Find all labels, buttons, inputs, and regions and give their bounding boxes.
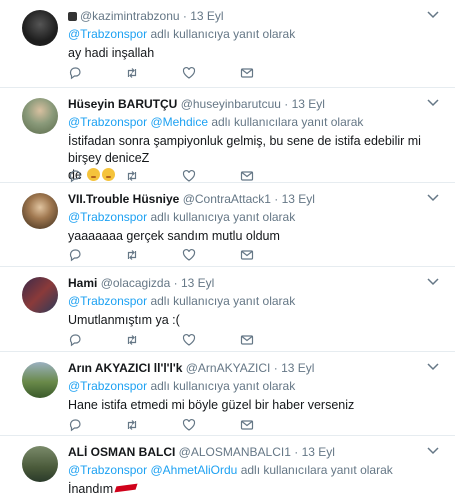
user-name[interactable]: VII.Trouble Hüsniye: [68, 192, 179, 206]
user-name[interactable]: Hüseyin BARUTÇU: [68, 97, 177, 111]
tweet-time[interactable]: 13 Eyl: [282, 192, 315, 206]
user-name[interactable]: Arın AKYAZICI: [68, 361, 150, 375]
mention-link[interactable]: @Trabzonspor: [68, 294, 147, 308]
user-handle[interactable]: @kazimintrabzonu: [80, 9, 180, 23]
retweet-icon[interactable]: [125, 66, 139, 80]
mention-link[interactable]: @Trabzonspor: [68, 210, 147, 224]
flag-icon: [114, 483, 138, 493]
like-icon[interactable]: [182, 248, 196, 262]
tweet-time[interactable]: 13 Eyl: [181, 276, 214, 290]
tweet-time[interactable]: 13 Eyl: [292, 97, 325, 111]
tweet-header: Hüseyin BARUTÇU @huseyinbarutcuu · 13 Ey…: [68, 97, 325, 111]
tweet-header: Arın AKYAZICI ll'l'l'k @ArnAKYAZICI · 13…: [68, 361, 315, 375]
reply-suffix: adlı kullanıcıya yanıt olarak: [150, 379, 296, 393]
user-handle[interactable]: @olacagizda: [101, 276, 171, 290]
retweet-icon[interactable]: [125, 169, 139, 183]
chevron-down-icon[interactable]: [427, 193, 439, 203]
avatar[interactable]: [22, 362, 58, 398]
avatar[interactable]: [22, 10, 58, 46]
tweet-actions: [68, 333, 268, 347]
tweet-text: yaaaaaaa gerçek sandım mutlu oldum: [68, 229, 280, 243]
reply-suffix: adlı kullanıcıya yanıt olarak: [150, 27, 296, 41]
message-icon[interactable]: [240, 418, 254, 432]
reply-context: @Trabzonspor adlı kullanıcıya yanıt olar…: [68, 27, 295, 42]
chevron-down-icon[interactable]: [427, 446, 439, 456]
tweet-text-line: İstifadan sonra şampiyonluk gelmiş, bu s…: [68, 134, 421, 165]
chevron-down-icon[interactable]: [427, 10, 439, 20]
like-icon[interactable]: [182, 418, 196, 432]
tweet-header: VII.Trouble Hüsniye @ContraAttack1 · 13 …: [68, 192, 315, 206]
tweet-time[interactable]: 13 Eyl: [281, 361, 314, 375]
retweet-icon[interactable]: [125, 418, 139, 432]
avatar[interactable]: [22, 446, 58, 482]
tweet-header: ALİ OSMAN BALCI @ALOSMANBALCI1 · 13 Eyl: [68, 445, 335, 459]
tweet-header: @kazimintrabzonu · 13 Eyl: [68, 9, 224, 24]
message-icon[interactable]: [240, 248, 254, 262]
tweet-item[interactable]: Arın AKYAZICI ll'l'l'k @ArnAKYAZICI · 13…: [0, 352, 455, 436]
tweet-item[interactable]: @kazimintrabzonu · 13 Eyl @Trabzonspor a…: [0, 0, 455, 88]
user-handle[interactable]: @ContraAttack1: [183, 192, 271, 206]
reply-context: @Trabzonspor @Mehdice adlı kullanıcılara…: [68, 115, 363, 130]
user-handle[interactable]: @huseyinbarutcuu: [181, 97, 281, 111]
tweet-feed: @kazimintrabzonu · 13 Eyl @Trabzonspor a…: [0, 0, 455, 500]
tweet-actions: [68, 66, 268, 80]
reply-icon[interactable]: [68, 248, 82, 262]
tweet-item[interactable]: VII.Trouble Hüsniye @ContraAttack1 · 13 …: [0, 183, 455, 267]
tweet-item[interactable]: Hami @olacagizda · 13 Eyl @Trabzonspor a…: [0, 267, 455, 352]
chevron-down-icon[interactable]: [427, 277, 439, 287]
avatar[interactable]: [22, 193, 58, 229]
reply-icon[interactable]: [68, 169, 82, 183]
user-name[interactable]: Hami: [68, 276, 97, 290]
tweet-time[interactable]: 13 Eyl: [190, 9, 223, 23]
tweet-text: ay hadi inşallah: [68, 46, 155, 60]
reply-suffix: adlı kullanıcıya yanıt olarak: [150, 210, 296, 224]
mention-link[interactable]: @Trabzonspor: [68, 379, 147, 393]
user-handle[interactable]: @ALOSMANBALCI1: [179, 445, 291, 459]
mention-link[interactable]: @Trabzonspor: [68, 27, 147, 41]
reply-icon[interactable]: [68, 418, 82, 432]
user-handle[interactable]: @ArnAKYAZICI: [186, 361, 271, 375]
avatar[interactable]: [22, 98, 58, 134]
retweet-icon[interactable]: [125, 248, 139, 262]
tweet-text: Umutlanmıştım ya :(: [68, 313, 180, 327]
mention-link[interactable]: @Mehdice: [150, 115, 208, 129]
like-icon[interactable]: [182, 333, 196, 347]
user-name[interactable]: ALİ OSMAN BALCI: [68, 445, 175, 459]
chevron-down-icon[interactable]: [427, 98, 439, 108]
chevron-down-icon[interactable]: [427, 362, 439, 372]
tweet-time[interactable]: 13 Eyl: [302, 445, 335, 459]
mention-link[interactable]: @AhmetAliOrdu: [150, 463, 237, 477]
retweet-icon[interactable]: [125, 333, 139, 347]
user-icon: [68, 12, 77, 21]
tweet-actions: [68, 169, 268, 183]
tweet-text-line: İnandım: [68, 482, 114, 496]
tweet-item[interactable]: ALİ OSMAN BALCI @ALOSMANBALCI1 · 13 Eyl …: [0, 436, 455, 500]
reply-suffix: adlı kullanıcılara yanıt olarak: [211, 115, 364, 129]
reply-context: @Trabzonspor adlı kullanıcıya yanıt olar…: [68, 210, 295, 225]
reply-context: @Trabzonspor adlı kullanıcıya yanıt olar…: [68, 379, 295, 394]
tweet-header: Hami @olacagizda · 13 Eyl: [68, 276, 215, 290]
avatar[interactable]: [22, 277, 58, 313]
tweet-text: Hane istifa etmedi mi böyle güzel bir ha…: [68, 398, 355, 412]
tweet-text: İnandım: [68, 481, 428, 498]
reply-suffix: adlı kullanıcıya yanıt olarak: [150, 294, 296, 308]
message-icon[interactable]: [240, 169, 254, 183]
reply-icon[interactable]: [68, 66, 82, 80]
like-icon[interactable]: [182, 169, 196, 183]
mention-link[interactable]: @Trabzonspor: [68, 115, 147, 129]
reply-icon[interactable]: [68, 333, 82, 347]
message-icon[interactable]: [240, 333, 254, 347]
reply-suffix: adlı kullanıcılara yanıt olarak: [240, 463, 393, 477]
like-icon[interactable]: [182, 66, 196, 80]
reply-context: @Trabzonspor @AhmetAliOrdu adlı kullanıc…: [68, 463, 393, 478]
mention-link[interactable]: @Trabzonspor: [68, 463, 147, 477]
tweet-actions: [68, 248, 268, 262]
message-icon[interactable]: [240, 66, 254, 80]
tweet-actions: [68, 418, 268, 432]
user-name-suffix: ll'l'l'k: [153, 361, 183, 375]
tweet-item[interactable]: Hüseyin BARUTÇU @huseyinbarutcuu · 13 Ey…: [0, 88, 455, 183]
reply-context: @Trabzonspor adlı kullanıcıya yanıt olar…: [68, 294, 295, 309]
